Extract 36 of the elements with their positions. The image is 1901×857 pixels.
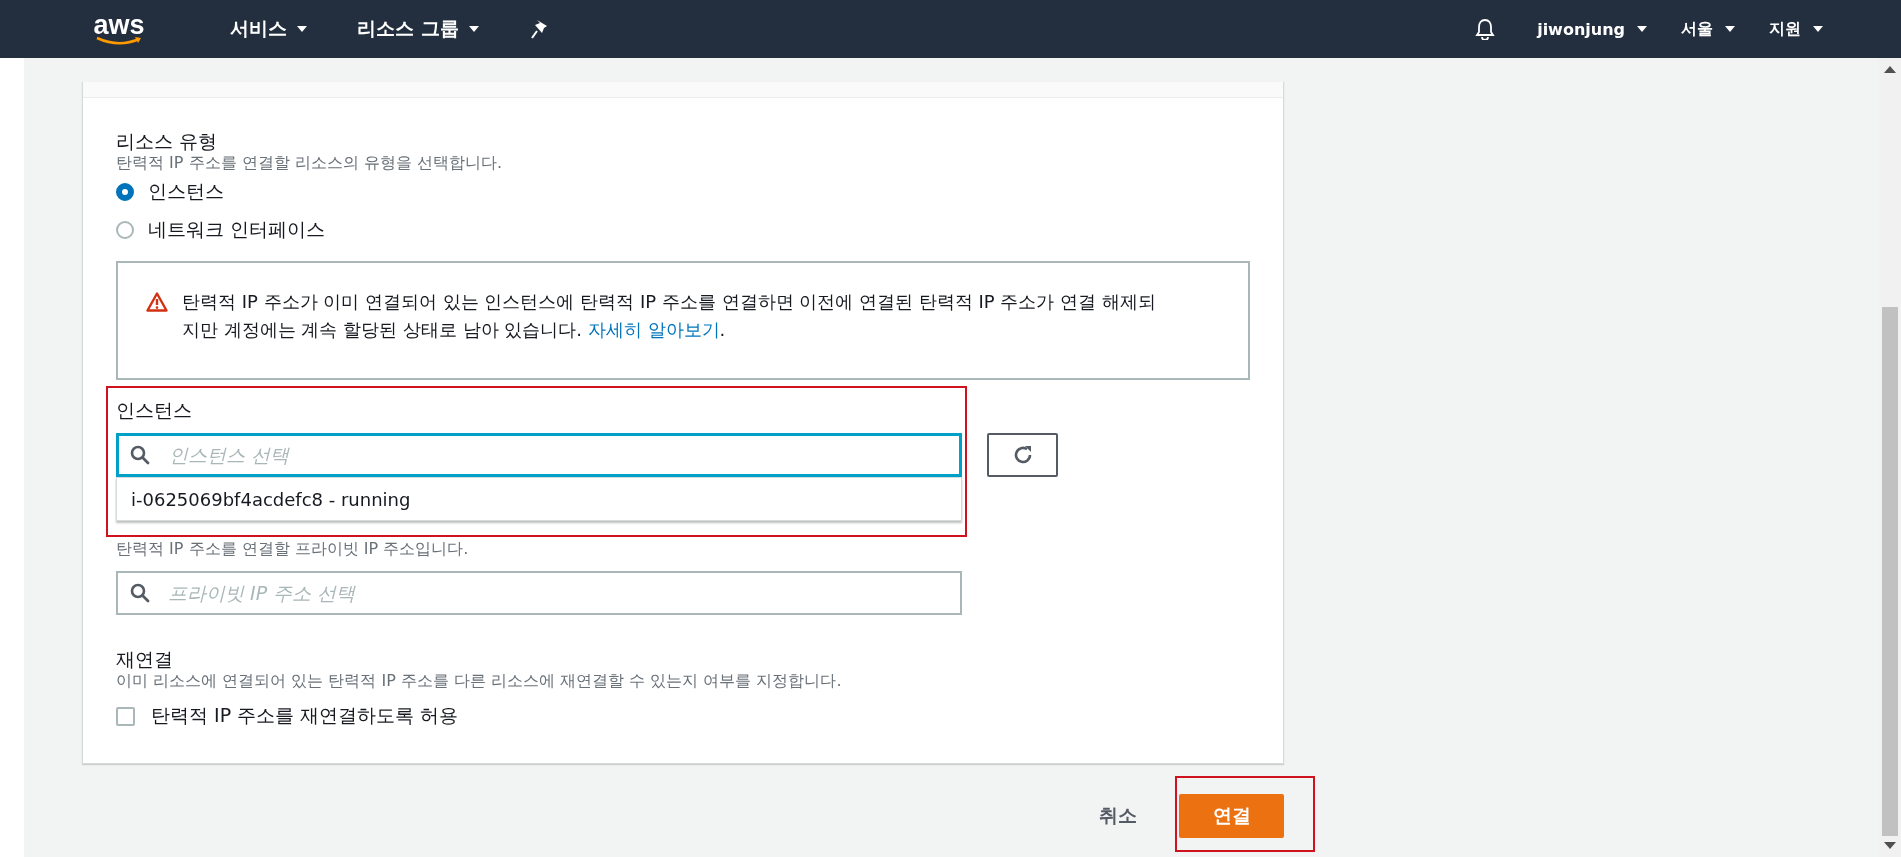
search-icon [130, 445, 150, 465]
nav-menu[interactable]: 서울 [1681, 18, 1735, 40]
warning-icon [146, 292, 168, 312]
caret-icon [297, 26, 307, 32]
dropdown-option[interactable]: i-0625069bf4acdefc8 - running [117, 478, 961, 520]
field-label: 인스턴스 [116, 398, 193, 422]
bell-icon[interactable] [1475, 18, 1496, 40]
scroll-down-icon[interactable] [1884, 842, 1896, 849]
section-title: 리소스 유형 [116, 129, 219, 153]
caret-icon [1637, 26, 1647, 32]
section-title: 재연결 [116, 647, 174, 671]
caret-icon [1813, 26, 1823, 32]
nav-menu[interactable]: jiwonjung [1537, 19, 1647, 39]
pin-icon[interactable] [530, 19, 549, 39]
section-description: 이미 리소스에 연결되어 있는 탄력적 IP 주소를 다른 리소스에 재연결할 수 있는지 여부를 지정합니다. [116, 671, 843, 691]
scroll-up-icon[interactable] [1884, 66, 1896, 73]
section-description: 탄력적 IP 주소를 연결할 리소스의 유형을 선택합니다. [116, 153, 503, 173]
scrollbar-thumb[interactable] [1882, 307, 1898, 836]
checkbox-option[interactable]: 탄력적 IP 주소를 재연결하도록 허용 [116, 703, 459, 729]
field-description: 탄력적 IP 주소를 연결할 프라이빗 IP 주소입니다. [116, 539, 470, 559]
search-icon [130, 583, 150, 603]
instance-search-field[interactable]: 인스턴스 선택 [116, 433, 962, 477]
logo-text[interactable]: aws [93, 13, 145, 36]
radio-option[interactable]: 네트워크 인터페이스 [116, 211, 326, 249]
nav-menu[interactable]: 리소스 그룹 [357, 16, 479, 42]
warning-text: 탄력적 IP 주소가 이미 연결되어 있는 인스턴스에 탄력적 IP 주소를 연결하면 이전에 연결된 탄력적 IP 주소가 연결 해제되지만 계정에는 계속 할당된 상태로 남아 있습니다. 자세히 알아보기. [182, 290, 1157, 342]
radio-option[interactable]: 인스턴스 [116, 173, 224, 211]
learn-more-link[interactable]: 자세히 알아보기 [587, 319, 720, 340]
smile-arrow-icon [95, 35, 143, 45]
cancel-button[interactable]: 취소 [1099, 803, 1137, 829]
private-ip-search-field[interactable]: 프라이빗 IP 주소 선택 [116, 571, 962, 615]
nav-menu[interactable]: 지원 [1769, 18, 1823, 40]
nav-menu[interactable]: 서비스 [230, 16, 307, 42]
refresh-button[interactable] [987, 433, 1058, 477]
caret-icon [468, 26, 479, 32]
caret-icon [1725, 26, 1735, 32]
